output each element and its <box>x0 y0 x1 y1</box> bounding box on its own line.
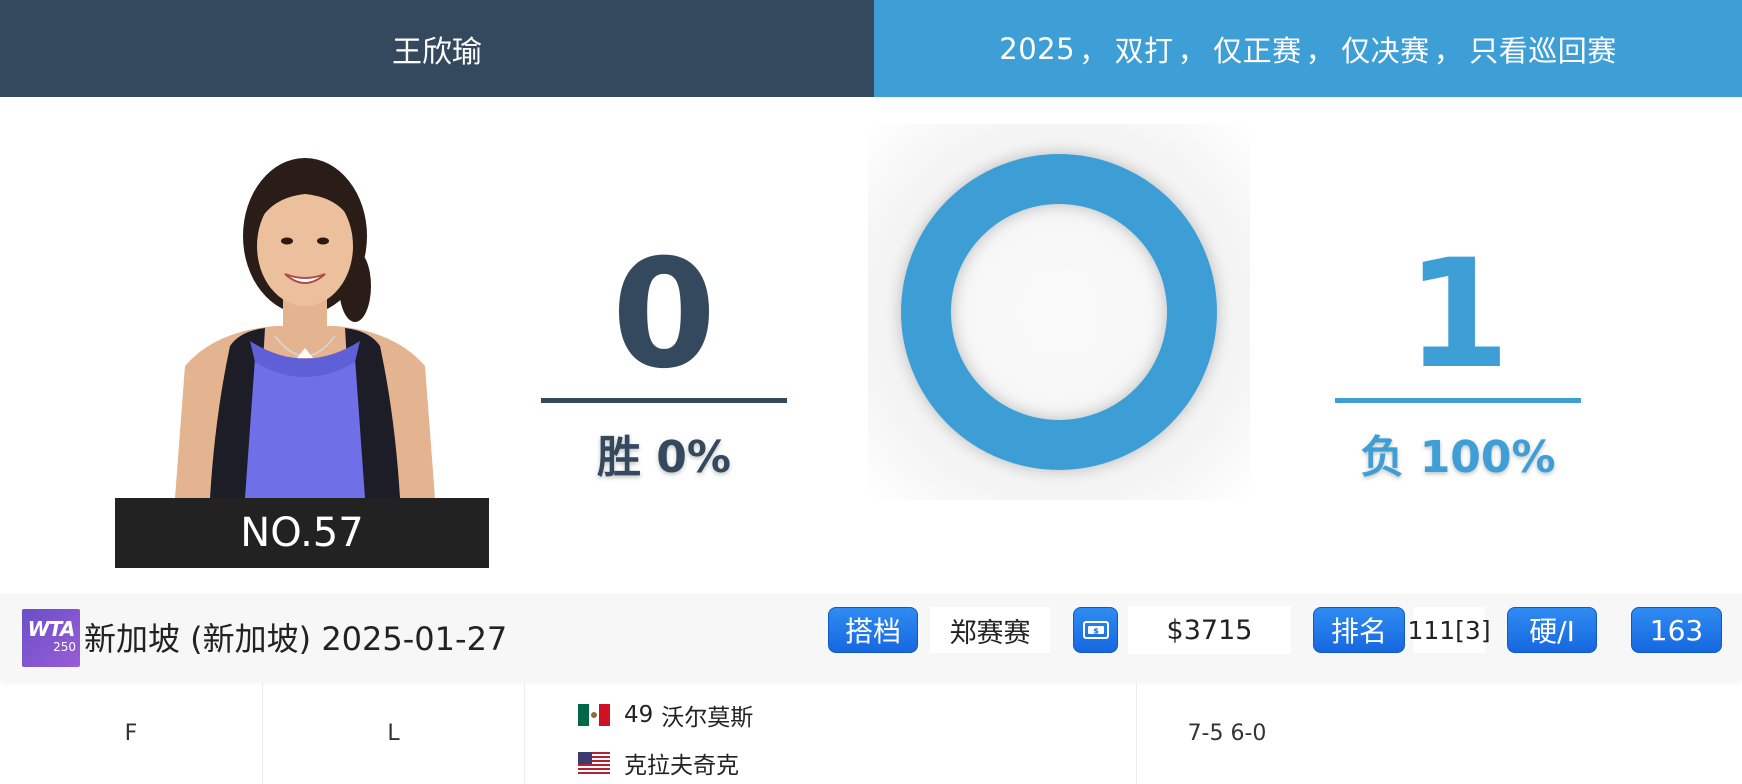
money-icon: $ <box>1082 621 1109 639</box>
rank-badge: NO.57 <box>115 498 489 568</box>
wta-250-logo-icon: WTA 250 <box>22 609 80 667</box>
prize-value-text: $3715 <box>1166 614 1253 646</box>
filter-separator: ， <box>1433 33 1464 68</box>
match-row[interactable]: F L 49 沃尔莫斯 克拉夫奇克 7-5 6-0 <box>0 682 1742 784</box>
filter-separator: ， <box>1079 33 1109 68</box>
partner-name[interactable]: 郑赛赛 <box>930 607 1050 653</box>
filter-tour-only[interactable]: 只看巡回赛 <box>1469 28 1617 70</box>
header: 王欣瑜 2025， 双打， 仅正赛， 仅决赛， 只看巡回赛 <box>0 0 1742 97</box>
player-name[interactable]: 王欣瑜 <box>0 0 874 97</box>
losses-block: 1 负 100% <box>1335 235 1581 485</box>
partner-button-label: 搭档 <box>844 615 901 648</box>
prize-button[interactable]: $ <box>1073 607 1118 653</box>
wins-label: 胜 0% <box>596 432 732 483</box>
svg-text:$: $ <box>1093 627 1099 636</box>
opponent-1-seed: 49 <box>624 702 654 728</box>
filter-separator: ， <box>1305 33 1336 68</box>
result-cell: L <box>263 682 524 784</box>
usa-flag-icon <box>578 752 610 774</box>
opponent-1[interactable]: 49 沃尔莫斯 <box>578 698 753 732</box>
opponent-1-name: 沃尔莫斯 <box>661 705 754 731</box>
partner-button[interactable]: 搭档 <box>828 607 918 653</box>
filter-finals-only[interactable]: 仅决赛 <box>1341 28 1430 70</box>
tournament-bar[interactable]: WTA 250 新加坡 (新加坡) 2025-01-27 搭档 郑赛赛 $ $3… <box>0 594 1742 680</box>
donut-ring <box>901 154 1217 470</box>
rank-text: NO.57 <box>240 510 364 556</box>
player-card: NO.57 <box>115 136 489 568</box>
score-cell: 7-5 6-0 <box>1137 682 1317 784</box>
filter-doubles[interactable]: 双打 <box>1115 28 1174 70</box>
wins-block: 0 胜 0% <box>541 235 787 485</box>
filter-main-draw[interactable]: 仅正赛 <box>1213 28 1302 70</box>
points-button[interactable]: 163 <box>1631 607 1722 653</box>
round-cell: F <box>0 682 262 784</box>
filter-year[interactable]: 2025 <box>999 32 1075 66</box>
round-text: F <box>124 720 138 746</box>
rank-value-text: 111[3] <box>1407 615 1491 645</box>
mexico-flag-icon <box>578 704 610 726</box>
opponent-2-name: 克拉夫奇克 <box>624 753 739 779</box>
losses-count: 1 <box>1405 228 1511 402</box>
player-photo <box>175 158 435 498</box>
opponent-2[interactable]: 克拉夫奇克 <box>578 746 739 780</box>
surface-button[interactable]: 硬/I <box>1507 607 1597 653</box>
filter-separator: ， <box>1177 33 1208 68</box>
win-loss-donut <box>868 124 1250 500</box>
donut-svg <box>901 154 1217 470</box>
tournament-title[interactable]: 新加坡 (新加坡) 2025-01-27 <box>84 614 507 660</box>
prize-value: $3715 <box>1128 606 1291 654</box>
result-text: L <box>387 720 400 746</box>
donut-loss-segment <box>901 154 1217 470</box>
partner-name-text: 郑赛赛 <box>949 617 1031 649</box>
player-name-text: 王欣瑜 <box>392 34 482 70</box>
rank-value: 111[3] <box>1407 607 1491 653</box>
wins-count: 0 <box>611 228 717 402</box>
losses-label: 负 100% <box>1360 432 1556 483</box>
points-value: 163 <box>1649 613 1704 647</box>
surface-label: 硬/I <box>1529 615 1575 648</box>
divider <box>524 682 525 784</box>
logo-text: WTA <box>27 617 76 641</box>
rank-button-label: 排名 <box>1330 615 1387 648</box>
rank-button[interactable]: 排名 <box>1313 607 1405 653</box>
logo-tier: 250 <box>53 640 76 654</box>
score-text: 7-5 6-0 <box>1187 720 1267 746</box>
filter-bar[interactable]: 2025， 双打， 仅正赛， 仅决赛， 只看巡回赛 <box>874 0 1742 97</box>
